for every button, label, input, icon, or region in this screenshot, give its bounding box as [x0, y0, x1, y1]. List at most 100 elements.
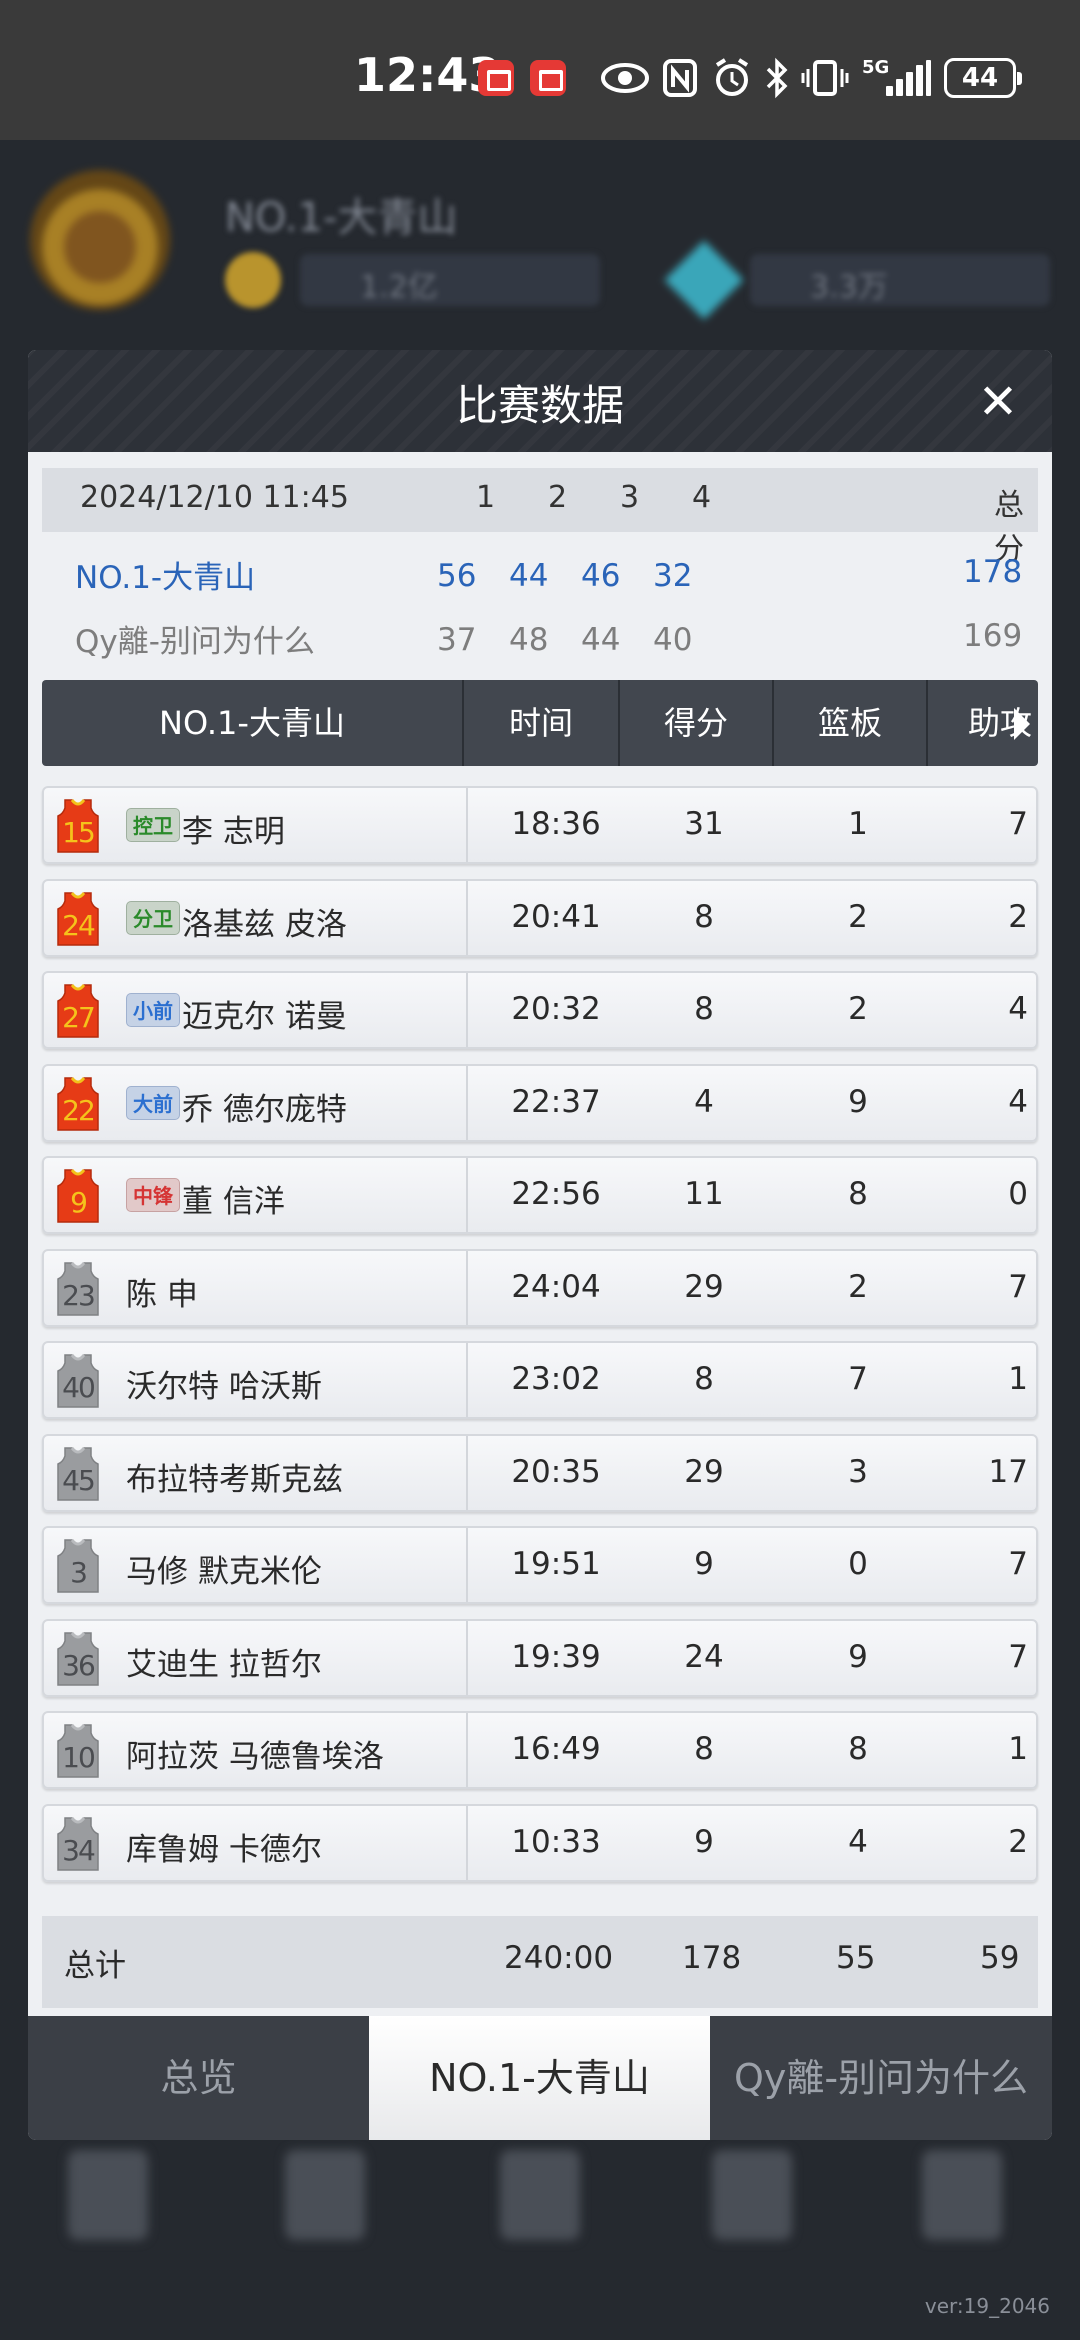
player-points: 11 — [684, 1176, 724, 1212]
scroll-right-icon[interactable] — [1014, 708, 1030, 740]
position-badge: 分卫 — [126, 900, 180, 935]
totals-time: 240:00 — [504, 1940, 614, 1976]
player-points: 4 — [694, 1083, 714, 1120]
team2-q1: 37 — [437, 622, 477, 658]
jersey-icon: 9 — [56, 1168, 100, 1224]
player-time: 10:33 — [511, 1823, 601, 1860]
totals-points: 178 — [682, 1940, 742, 1976]
column-rebounds[interactable]: 篮板 — [774, 680, 926, 766]
player-name[interactable]: 艾迪生 拉哲尔 — [126, 1639, 322, 1684]
player-points: 8 — [694, 991, 714, 1027]
player-rebounds: 9 — [848, 1638, 868, 1675]
tab-home-team[interactable]: NO.1-大青山 — [369, 2016, 710, 2140]
player-points: 31 — [684, 806, 724, 842]
column-time[interactable]: 时间 — [464, 680, 618, 766]
totals-assists: 59 — [980, 1940, 1020, 1976]
position-badge: 小前 — [126, 993, 180, 1027]
totals-label: 总计 — [64, 1948, 126, 1984]
jersey-number: 10 — [62, 1741, 96, 1774]
position-badge: 中锋 — [126, 1178, 180, 1212]
player-row[interactable]: 3 马修 默克米伦 19:51 9 0 7 — [42, 1526, 1038, 1604]
player-assists: 7 — [1008, 1638, 1028, 1675]
player-time: 20:35 — [511, 1453, 601, 1490]
team1-q1: 56 — [437, 558, 477, 594]
jersey-icon: 23 — [56, 1261, 100, 1317]
player-time: 19:39 — [511, 1638, 601, 1675]
player-rebounds: 1 — [848, 806, 868, 842]
player-rebounds: 7 — [848, 1361, 868, 1397]
player-name[interactable]: 库鲁姆 卡德尔 — [126, 1824, 322, 1869]
quarter-2-label: 2 — [548, 480, 568, 515]
tab-away-team[interactable]: Qy離-别问为什么 — [710, 2016, 1052, 2140]
jersey-icon: 40 — [56, 1353, 100, 1409]
tab-overview[interactable]: 总览 — [28, 2016, 369, 2140]
team-logo-icon — [30, 170, 170, 310]
player-rebounds: 2 — [848, 898, 868, 935]
team1-q4: 32 — [653, 558, 693, 594]
player-name[interactable]: 布拉特考斯克兹 — [126, 1454, 343, 1499]
column-points[interactable]: 得分 — [620, 680, 772, 766]
background-bottom-nav — [0, 2130, 1080, 2330]
quarter-1-label: 1 — [476, 480, 496, 515]
player-row[interactable]: 15 控卫李 志明 18:36 31 1 7 — [42, 786, 1038, 864]
battery-icon: 44 — [944, 58, 1022, 98]
jersey-number: 15 — [62, 816, 96, 849]
player-list[interactable]: 15 控卫李 志明 18:36 31 1 7 24 分卫 洛基兹 皮洛 20:41 8 2 2 27 小前迈… — [42, 786, 1038, 1896]
player-name[interactable]: 马修 默克米伦 — [126, 1546, 322, 1591]
team2-q2: 48 — [509, 622, 549, 658]
vibrate-icon — [800, 56, 850, 100]
match-stats-dialog: 比赛数据 ✕ 2024/12/10 11:45 1 2 3 4 总分 NO.1-… — [28, 350, 1052, 2140]
position-badge: 大前 — [126, 1085, 180, 1120]
player-name[interactable]: 董 信洋 — [182, 1176, 285, 1221]
player-assists: 7 — [1008, 1268, 1028, 1305]
player-row[interactable]: 24 分卫 洛基兹 皮洛 20:41 8 2 2 — [42, 878, 1038, 957]
player-row[interactable]: 45 布拉特考斯克兹 20:35 29 3 17 — [42, 1433, 1038, 1512]
player-row[interactable]: 36 艾迪生 拉哲尔 19:39 24 9 7 — [42, 1618, 1038, 1697]
player-row[interactable]: 40 沃尔特 哈沃斯 23:02 8 7 1 — [42, 1341, 1038, 1419]
dialog-header: 比赛数据 ✕ — [28, 350, 1052, 452]
close-button[interactable]: ✕ — [968, 372, 1028, 432]
team1-total: 178 — [963, 554, 1023, 590]
player-row[interactable]: 27 小前 迈克尔 诺曼 20:32 8 2 4 — [42, 971, 1038, 1049]
player-name[interactable]: 李 志明 — [182, 806, 285, 851]
player-rebounds: 9 — [848, 1083, 868, 1120]
player-time: 20:41 — [511, 898, 601, 935]
player-time: 16:49 — [511, 1731, 601, 1767]
player-time: 22:56 — [511, 1176, 601, 1212]
player-name[interactable]: 迈克尔 诺曼 — [182, 991, 347, 1036]
gem-icon — [664, 240, 744, 320]
player-time: 24:04 — [511, 1268, 601, 1305]
quarter-3-label: 3 — [620, 480, 640, 515]
player-name[interactable]: 陈 申 — [126, 1269, 198, 1314]
version-label: ver:19_2046 — [924, 2294, 1050, 2318]
team1-q3: 46 — [581, 558, 621, 594]
player-rebounds: 2 — [848, 991, 868, 1027]
player-assists: 17 — [988, 1453, 1028, 1490]
jersey-icon: 10 — [56, 1723, 100, 1779]
team1-name: NO.1-大青山 — [75, 560, 256, 596]
jersey-number: 36 — [62, 1648, 96, 1682]
player-row[interactable]: 34 库鲁姆 卡德尔 10:33 9 4 2 — [42, 1803, 1038, 1882]
player-points: 8 — [694, 898, 714, 935]
player-row[interactable]: 9 中锋董 信洋 22:56 11 8 0 — [42, 1156, 1038, 1234]
player-points: 8 — [694, 1731, 714, 1767]
totals-rebounds: 55 — [836, 1940, 876, 1976]
jersey-number: 3 — [70, 1556, 88, 1589]
jersey-icon: 36 — [56, 1631, 100, 1687]
player-assists: 1 — [1008, 1731, 1028, 1767]
player-row[interactable]: 10 阿拉茨 马德鲁埃洛 16:49 8 8 1 — [42, 1711, 1038, 1789]
player-rebounds: 4 — [848, 1823, 868, 1860]
gem-balance: 3.3万 — [750, 254, 1050, 306]
player-name[interactable]: 洛基兹 皮洛 — [182, 899, 347, 944]
nfc-icon — [662, 56, 698, 100]
player-name[interactable]: 阿拉茨 马德鲁埃洛 — [126, 1731, 384, 1776]
player-assists: 7 — [1008, 806, 1028, 842]
player-name[interactable]: 乔 德尔庞特 — [182, 1084, 347, 1129]
player-points: 29 — [684, 1268, 724, 1305]
player-row[interactable]: 23 陈 申 24:04 29 2 7 — [42, 1248, 1038, 1327]
player-name[interactable]: 沃尔特 哈沃斯 — [126, 1361, 322, 1406]
jersey-number: 40 — [62, 1371, 96, 1404]
jersey-icon: 27 — [56, 983, 100, 1039]
player-row[interactable]: 22 大前乔 德尔庞特 22:37 4 9 4 — [42, 1063, 1038, 1142]
totals-row: 总计 240:00 178 55 59 — [42, 1916, 1038, 2008]
